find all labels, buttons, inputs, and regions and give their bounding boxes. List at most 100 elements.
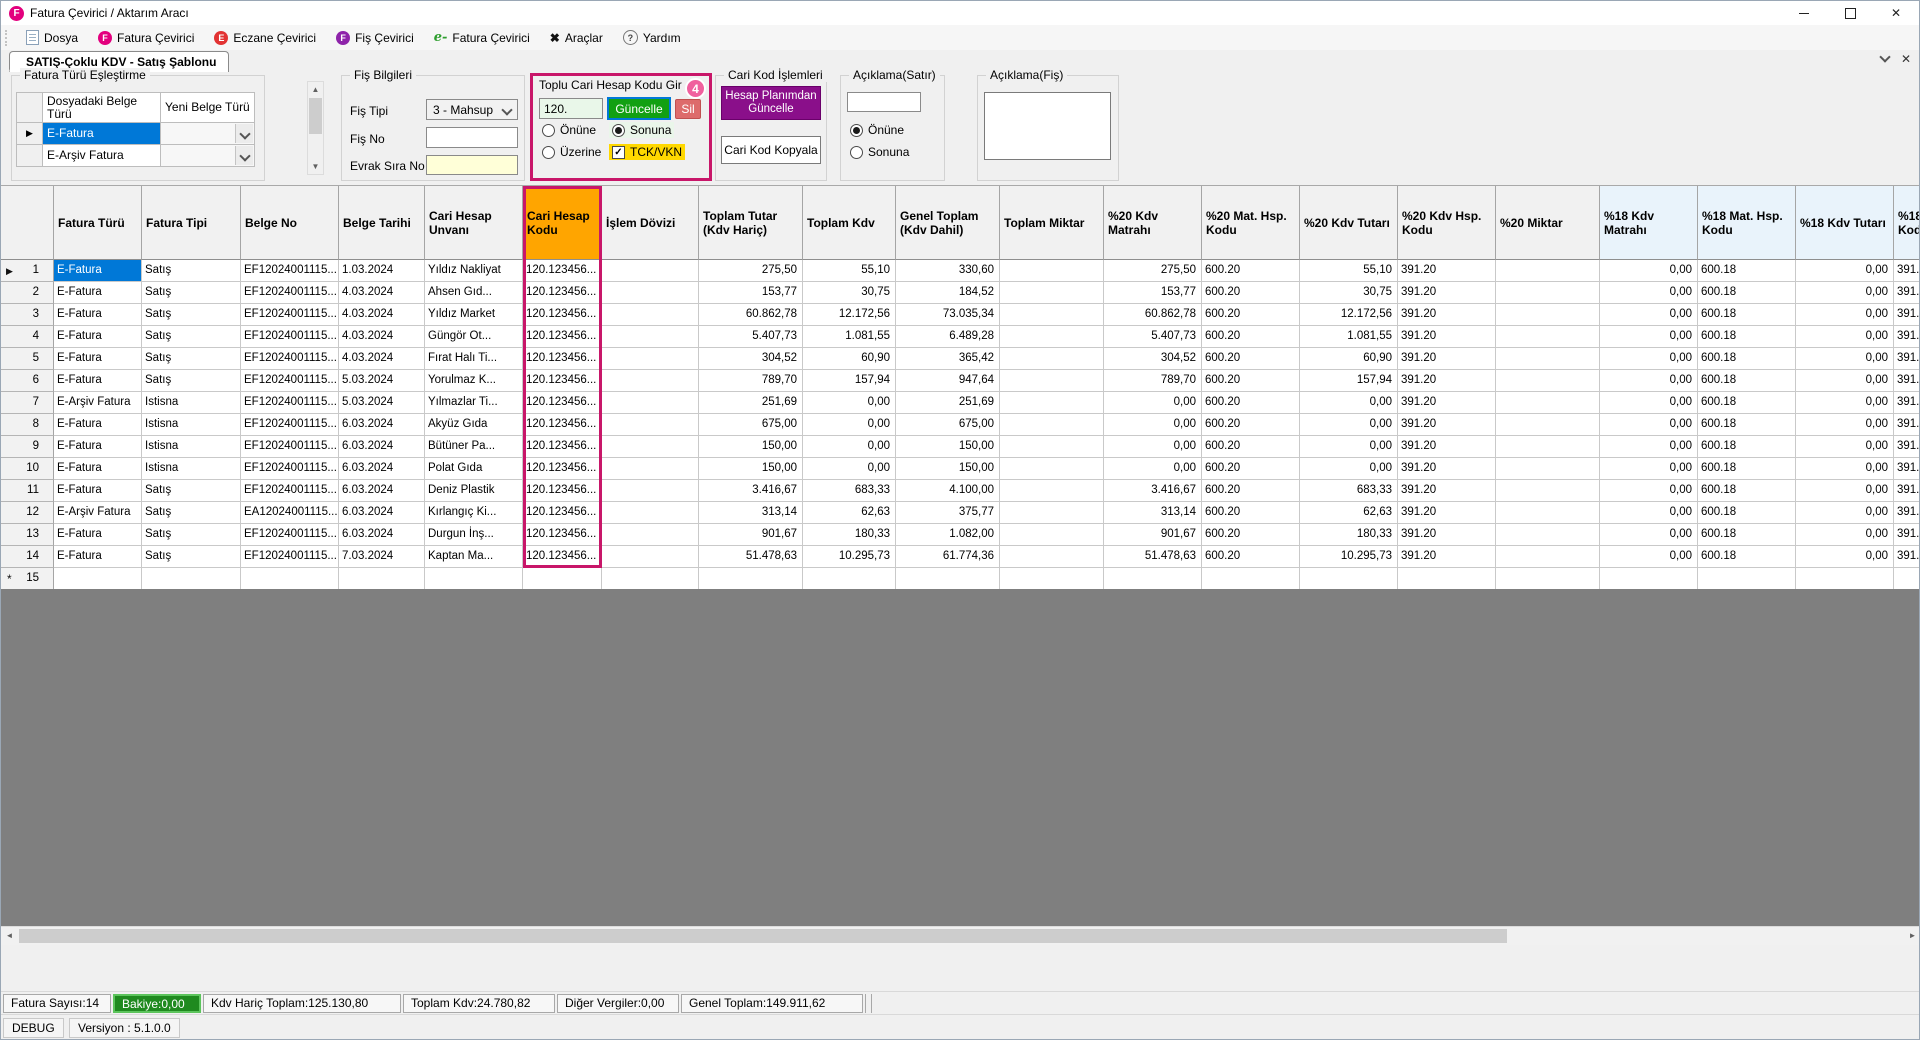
kdv18-tutari-cell[interactable]: 0,00 [1796,436,1894,458]
fatura-turu-cell[interactable]: E-Fatura [54,414,142,436]
belge-no-cell[interactable]: EF12024001115... [241,546,339,568]
toplam-miktar-cell[interactable] [1000,502,1104,524]
mat20-hsp-kodu-cell[interactable]: 600.20 [1202,282,1300,304]
belge-tarihi-cell[interactable]: 6.03.2024 [339,414,425,436]
fatura-turu-cell[interactable]: E-Arşiv Fatura [54,392,142,414]
kdv20-matrahi-cell[interactable]: 313,14 [1104,502,1202,524]
kdv18-matrahi-cell[interactable]: 0,00 [1600,348,1698,370]
cari-hesap-kodu-header[interactable]: Cari Hesap Kodu [523,186,602,260]
genel-toplam-kdv-dahil-cell[interactable]: 4.100,00 [896,480,1000,502]
row-header-cell[interactable]: 8 [1,414,54,436]
belge-tarihi-cell[interactable]: 6.03.2024 [339,502,425,524]
genel-toplam-kdv-dahil-cell[interactable]: 184,52 [896,282,1000,304]
belge-no-cell[interactable] [241,568,339,590]
maximize-button[interactable] [1827,1,1873,25]
toplam-kdv-cell[interactable]: 0,00 [803,392,896,414]
cari-hesap-kodu-cell[interactable]: 120.123456... [523,458,602,480]
fatura-tipi-cell[interactable]: Satış [142,502,241,524]
kdv20-matrahi-cell[interactable]: 0,00 [1104,436,1202,458]
kdv20-hsp-kodu-cell[interactable]: 391.20 [1398,392,1496,414]
toplam-tutar-kdv-haric-cell[interactable]: 3.416,67 [699,480,803,502]
kdv20-hsp-kodu-cell[interactable]: 391.20 [1398,348,1496,370]
toplam-miktar-cell[interactable] [1000,326,1104,348]
radio-onune[interactable]: Önüne [539,122,599,138]
islem-dovizi-cell[interactable] [602,568,699,590]
genel-toplam-kdv-dahil-cell[interactable]: 1.082,00 [896,524,1000,546]
kdv18-tutari-cell[interactable]: 0,00 [1796,502,1894,524]
miktar20-cell[interactable] [1496,480,1600,502]
kdv20-matrahi-cell[interactable]: 5.407,73 [1104,326,1202,348]
miktar20-cell[interactable] [1496,304,1600,326]
kdv18-tutari-cell[interactable]: 0,00 [1796,326,1894,348]
cari-hesap-kodu-cell[interactable]: 120.123456... [523,414,602,436]
toplam-kdv-cell[interactable]: 0,00 [803,436,896,458]
cari-hesap-unvani-cell[interactable]: Polat Gıda [425,458,523,480]
fatura-turu-cell[interactable]: E-Fatura [54,458,142,480]
row-header-cell[interactable]: 6 [1,370,54,392]
cari-hesap-kodu-cell[interactable]: 120.123456... [523,370,602,392]
kdv20-matrahi-cell[interactable]: 3.416,67 [1104,480,1202,502]
kdv20-hsp-kodu-cell[interactable]: 391.20 [1398,458,1496,480]
toplam-miktar-cell[interactable] [1000,348,1104,370]
kdv18-tutari-cell[interactable]: 0,00 [1796,414,1894,436]
toplam-miktar-cell[interactable] [1000,414,1104,436]
cari-hesap-unvani-cell[interactable]: Yılmazlar Ti... [425,392,523,414]
evrak-sira-no-input[interactable] [426,155,518,175]
kdv20-matrahi-cell[interactable]: 153,77 [1104,282,1202,304]
mat18-hsp-kodu-header[interactable]: %18 Mat. Hsp. Kodu [1698,186,1796,260]
cari-hesap-unvani-cell[interactable]: Yorulmaz K... [425,370,523,392]
mat20-hsp-kodu-cell[interactable]: 600.20 [1202,304,1300,326]
toplu-cari-kod-input[interactable]: 120. [539,98,603,119]
belge-no-cell[interactable]: EF12024001115... [241,392,339,414]
row-header-cell[interactable]: 12 [1,502,54,524]
kdv18-hsp-kodu-cell[interactable]: 391.18 [1894,260,1920,282]
toplam-miktar-cell[interactable] [1000,282,1104,304]
kdv20-tutari-cell[interactable]: 157,94 [1300,370,1398,392]
belge-tarihi-cell[interactable]: 6.03.2024 [339,480,425,502]
belge-no-cell[interactable]: EF12024001115... [241,458,339,480]
guncelle-button[interactable]: Güncelle [607,97,671,120]
kdv18-tutari-cell[interactable]: 0,00 [1796,260,1894,282]
menu-item-fis-cevirici[interactable]: FFiş Çevirici [326,25,424,50]
fatura-tipi-cell[interactable]: Satış [142,546,241,568]
islem-dovizi-cell[interactable] [602,348,699,370]
kdv20-tutari-cell[interactable]: 180,33 [1300,524,1398,546]
scroll-left-icon[interactable]: ◄ [1,927,18,944]
toplam-miktar-cell[interactable] [1000,546,1104,568]
kdv18-hsp-kodu-cell[interactable]: 391.18 [1894,414,1920,436]
fatura-turu-cell[interactable] [54,568,142,590]
mat18-hsp-kodu-cell[interactable]: 600.18 [1698,282,1796,304]
belge-tarihi-cell[interactable]: 6.03.2024 [339,524,425,546]
mat18-hsp-kodu-cell[interactable]: 600.18 [1698,370,1796,392]
belge-tarihi-cell[interactable]: 5.03.2024 [339,370,425,392]
toplam-miktar-cell[interactable] [1000,480,1104,502]
cari-hesap-unvani-cell[interactable]: Güngör Ot... [425,326,523,348]
kdv18-tutari-cell[interactable]: 0,00 [1796,546,1894,568]
toplam-tutar-kdv-haric-cell[interactable] [699,568,803,590]
kdv18-matrahi-header[interactable]: %18 Kdv Matrahı [1600,186,1698,260]
fatura-tipi-cell[interactable]: Istisna [142,458,241,480]
fatura-tipi-cell[interactable]: Satış [142,260,241,282]
aciklama-satir-input[interactable] [847,92,921,112]
kdv18-matrahi-cell[interactable]: 0,00 [1600,524,1698,546]
kdv20-matrahi-cell[interactable]: 60.862,78 [1104,304,1202,326]
fatura-tipi-cell[interactable] [142,568,241,590]
fatura-tipi-cell[interactable]: Istisna [142,414,241,436]
fatura-turu-cell[interactable]: E-Fatura [54,370,142,392]
kdv18-hsp-kodu-cell[interactable]: 391.18 [1894,304,1920,326]
kdv20-matrahi-cell[interactable]: 0,00 [1104,414,1202,436]
genel-toplam-kdv-dahil-cell[interactable]: 73.035,34 [896,304,1000,326]
toplam-kdv-cell[interactable]: 683,33 [803,480,896,502]
mat20-hsp-kodu-cell[interactable] [1202,568,1300,590]
kdv18-matrahi-cell[interactable]: 0,00 [1600,502,1698,524]
cari-hesap-unvani-header[interactable]: Cari Hesap Unvanı [425,186,523,260]
menu-item-eczane-cevirici[interactable]: EEczane Çevirici [204,25,326,50]
cari-hesap-kodu-cell[interactable]: 120.123456... [523,282,602,304]
kdv18-hsp-kodu-cell[interactable]: 391.18 [1894,282,1920,304]
kdv20-matrahi-cell[interactable]: 0,00 [1104,392,1202,414]
toplam-tutar-kdv-haric-header[interactable]: Toplam Tutar (Kdv Hariç) [699,186,803,260]
kdv20-hsp-kodu-cell[interactable]: 391.20 [1398,260,1496,282]
kdv18-tutari-cell[interactable]: 0,00 [1796,480,1894,502]
kdv18-matrahi-cell[interactable]: 0,00 [1600,370,1698,392]
miktar20-cell[interactable] [1496,524,1600,546]
